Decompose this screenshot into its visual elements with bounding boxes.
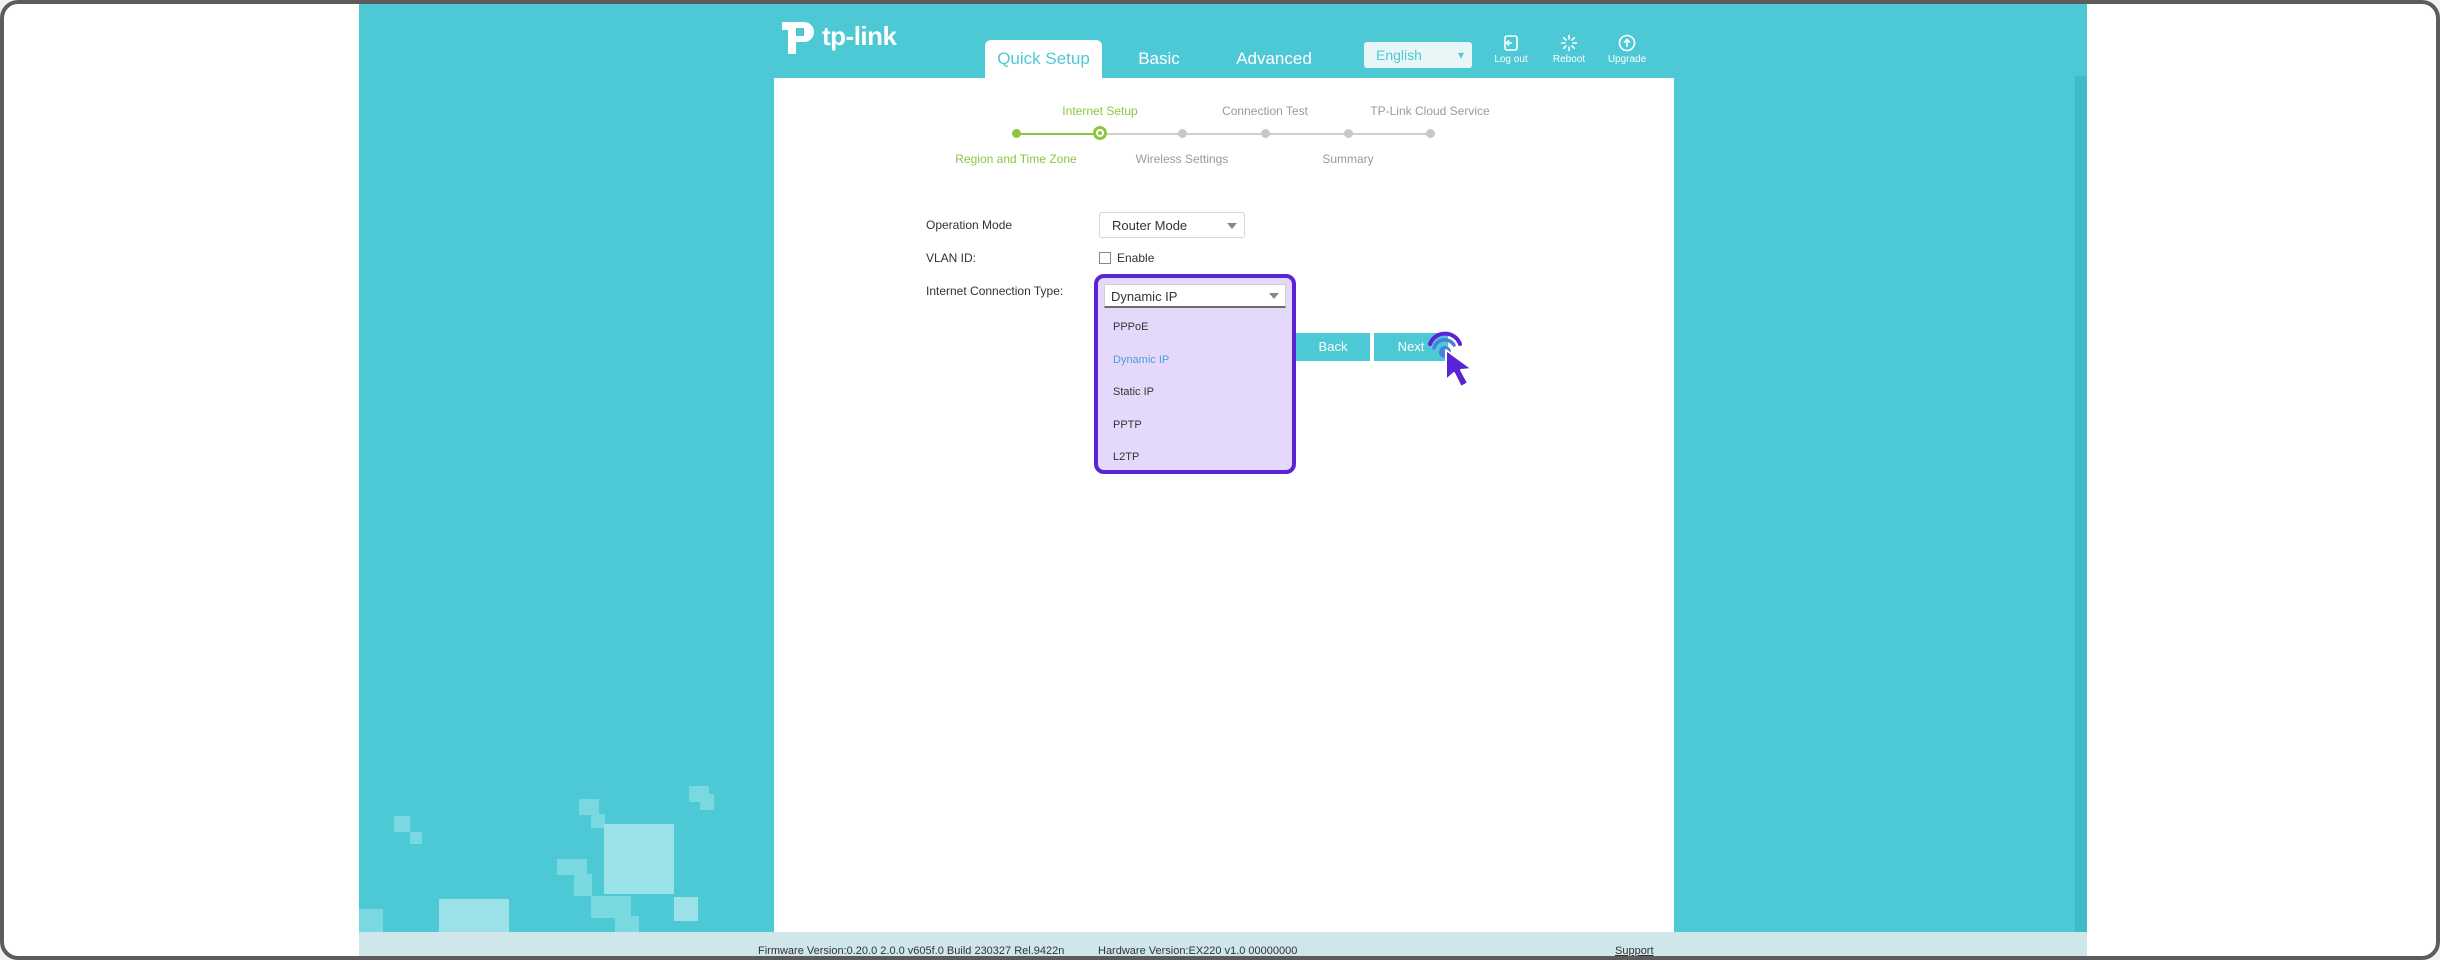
decor-pixel	[591, 896, 631, 918]
tab-basic[interactable]: Basic	[1134, 40, 1184, 78]
step-dot-wireless	[1178, 129, 1187, 138]
support-link[interactable]: Support	[1615, 945, 1654, 956]
decor-pixel	[574, 874, 592, 896]
step-connection-test: Connection Test	[1222, 104, 1308, 118]
option-pptp[interactable]: PPTP	[1113, 419, 1142, 431]
back-button[interactable]: Back	[1296, 333, 1370, 361]
connection-type-select[interactable]: Dynamic IP	[1104, 284, 1286, 308]
vlan-enable-label: Enable	[1117, 251, 1155, 265]
scrollbar[interactable]	[2075, 76, 2087, 936]
upgrade-label: Upgrade	[1607, 54, 1647, 65]
language-value: English	[1376, 47, 1422, 63]
upgrade-button[interactable]: Upgrade	[1600, 34, 1654, 65]
upgrade-icon	[1618, 34, 1636, 52]
chevron-down-icon	[1269, 293, 1279, 299]
decor-pixel	[615, 916, 639, 932]
step-wireless-settings: Wireless Settings	[1135, 152, 1229, 166]
logo-text: tp-link	[822, 20, 897, 51]
click-cursor-icon	[1424, 330, 1494, 401]
reboot-button[interactable]: Reboot	[1542, 34, 1596, 65]
option-dynamic-ip[interactable]: Dynamic IP	[1113, 354, 1169, 366]
option-l2tp[interactable]: L2TP	[1113, 451, 1139, 463]
logout-label: Log out	[1494, 54, 1528, 65]
tp-link-logo-icon	[774, 14, 818, 58]
content-panel	[774, 78, 1674, 956]
operation-mode-value: Router Mode	[1112, 218, 1188, 233]
step-internet-setup: Internet Setup	[1062, 104, 1138, 118]
logout-button[interactable]: Log out	[1484, 34, 1538, 65]
language-select[interactable]: English ▾	[1364, 42, 1472, 68]
step-region-time-zone: Region and Time Zone	[955, 152, 1077, 166]
decor-pixel	[700, 794, 714, 810]
decor-pixel	[410, 832, 422, 844]
logout-icon	[1504, 35, 1518, 51]
connection-type-value: Dynamic IP	[1111, 289, 1178, 304]
decor-pixel	[674, 897, 698, 921]
reboot-icon	[1560, 34, 1578, 52]
firmware-version: Firmware Version:0.20.0 2.0.0 v605f.0 Bu…	[758, 945, 1065, 957]
step-dot-internet	[1093, 126, 1107, 140]
decor-pixel	[591, 814, 605, 828]
option-static-ip[interactable]: Static IP	[1113, 386, 1154, 398]
vlan-enable-checkbox[interactable]	[1099, 252, 1111, 264]
tp-link-logo: tp-link	[774, 14, 897, 58]
hardware-version: Hardware Version:EX220 v1.0 00000000	[1098, 945, 1298, 957]
connection-type-dropdown[interactable]: Dynamic IP PPPoE Dynamic IP Static IP PP…	[1094, 274, 1296, 474]
tab-advanced[interactable]: Advanced	[1234, 40, 1314, 78]
step-dot-summary	[1344, 129, 1353, 138]
option-pppoe[interactable]: PPPoE	[1113, 321, 1148, 333]
operation-mode-label: Operation Mode	[926, 218, 1013, 232]
step-cloud-service: TP-Link Cloud Service	[1370, 104, 1490, 118]
connection-type-label: Internet Connection Type:	[926, 284, 1064, 298]
step-dot-region	[1012, 129, 1021, 138]
decor-pixel	[394, 816, 410, 832]
reboot-label: Reboot	[1552, 54, 1586, 65]
step-dot-connection-test	[1261, 129, 1270, 138]
chevron-down-icon	[1227, 223, 1237, 229]
progress-track-complete	[1016, 133, 1100, 135]
chevron-down-icon: ▾	[1457, 48, 1464, 62]
operation-mode-select[interactable]: Router Mode	[1099, 212, 1245, 238]
step-summary: Summary	[1322, 152, 1374, 166]
step-dot-cloud	[1426, 129, 1435, 138]
decor-pixel	[604, 824, 674, 894]
decor-pixel	[359, 909, 383, 933]
screen-frame: tp-link Quick Setup Basic Advanced Engli…	[0, 0, 2440, 960]
vlan-id-label: VLAN ID:	[926, 251, 977, 265]
tab-quick-setup[interactable]: Quick Setup	[985, 40, 1102, 78]
decor-pixel	[557, 859, 587, 875]
decor-pixel	[579, 799, 599, 815]
